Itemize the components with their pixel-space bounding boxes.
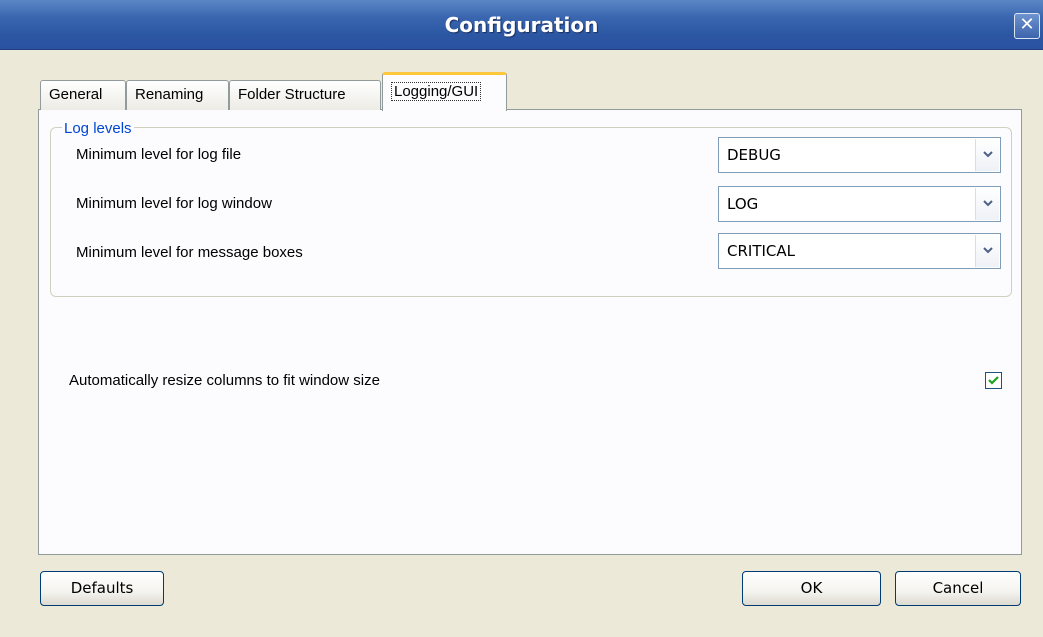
chevron-down-icon[interactable] bbox=[975, 235, 999, 267]
checkmark-icon bbox=[988, 376, 999, 385]
auto-resize-label: Automatically resize columns to fit wind… bbox=[69, 372, 380, 389]
tab-folder-structure[interactable]: Folder Structure bbox=[229, 80, 381, 110]
log-levels-legend: Log levels bbox=[62, 120, 134, 137]
tab-renaming[interactable]: Renaming bbox=[126, 80, 229, 110]
configuration-dialog: Configuration ✕ General Renaming Folder … bbox=[0, 0, 1043, 637]
cancel-button[interactable]: Cancel bbox=[895, 571, 1021, 606]
log-window-level-value: LOG bbox=[727, 195, 759, 213]
log-window-level-label: Minimum level for log window bbox=[76, 195, 272, 212]
chevron-down-icon[interactable] bbox=[975, 139, 999, 171]
message-box-level-value: CRITICAL bbox=[727, 242, 795, 260]
log-file-level-label: Minimum level for log file bbox=[76, 146, 242, 163]
window-title: Configuration bbox=[444, 13, 599, 37]
tab-logging-gui[interactable]: Logging/GUI bbox=[382, 72, 507, 111]
message-box-level-label: Minimum level for message boxes bbox=[76, 244, 303, 261]
defaults-button[interactable]: Defaults bbox=[40, 571, 164, 606]
title-bar[interactable]: Configuration ✕ bbox=[0, 0, 1043, 50]
message-box-level-select[interactable]: CRITICAL bbox=[718, 233, 1001, 269]
close-button[interactable]: ✕ bbox=[1014, 13, 1040, 39]
tab-general[interactable]: General bbox=[40, 80, 126, 110]
ok-button[interactable]: OK bbox=[742, 571, 881, 606]
auto-resize-checkbox[interactable] bbox=[985, 372, 1002, 389]
log-window-level-select[interactable]: LOG bbox=[718, 186, 1001, 222]
tab-logging-gui-label: Logging/GUI bbox=[391, 82, 482, 101]
chevron-down-icon[interactable] bbox=[975, 188, 999, 220]
log-file-level-value: DEBUG bbox=[727, 146, 781, 164]
log-file-level-select[interactable]: DEBUG bbox=[718, 137, 1001, 173]
